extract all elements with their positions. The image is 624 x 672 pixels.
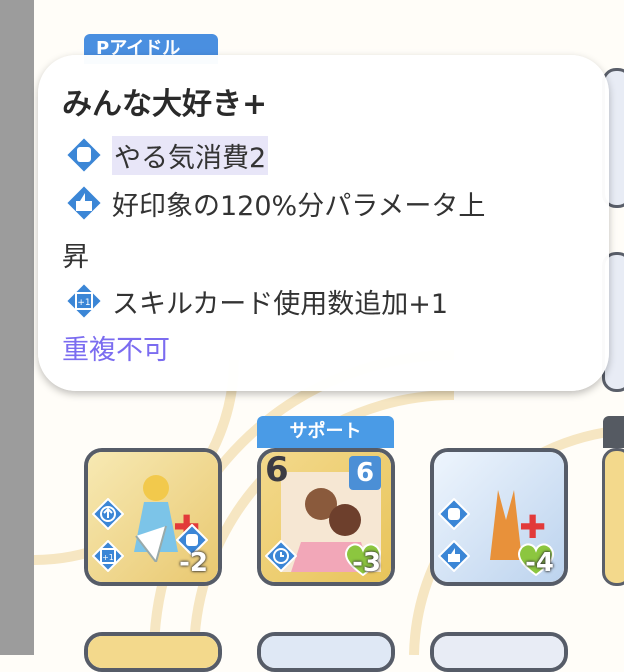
effect-row-2: 好印象の120%分パラメータ上 bbox=[64, 183, 485, 223]
effect-row-1: やる気消費2 bbox=[64, 135, 269, 175]
plus-one-icon: +1 bbox=[64, 281, 104, 321]
svg-text:+1: +1 bbox=[102, 553, 114, 562]
skill-card-1[interactable]: ✚ +1 -2 bbox=[84, 448, 222, 586]
card-partial-2[interactable] bbox=[257, 632, 395, 672]
screen-left-bar bbox=[0, 0, 34, 655]
effect-text-wrap: 昇 bbox=[62, 242, 89, 273]
effect-text: やる気消費2 bbox=[112, 135, 269, 175]
tooltip-title: みんな大好き+ bbox=[62, 87, 268, 122]
card-partial-1[interactable] bbox=[84, 632, 222, 672]
support-tag: サポート bbox=[257, 416, 394, 448]
thumbs-up-icon bbox=[64, 183, 104, 223]
plus-icon: ✚ bbox=[519, 508, 546, 546]
edge-tag bbox=[603, 416, 624, 448]
card-value: -3 bbox=[352, 548, 381, 578]
card-partial-3[interactable] bbox=[430, 632, 568, 672]
thumbs-up-icon bbox=[438, 540, 470, 572]
fist-icon bbox=[438, 498, 470, 530]
fist-icon bbox=[64, 135, 104, 175]
card-value: -2 bbox=[179, 548, 208, 578]
effect-text: スキルカード使用数追加+1 bbox=[112, 288, 448, 320]
card-cost-badge: 6 bbox=[349, 456, 381, 490]
svg-text:+1: +1 bbox=[77, 298, 90, 308]
edge-card-bottom[interactable] bbox=[602, 448, 624, 586]
plus-one-icon: +1 bbox=[92, 540, 124, 572]
skill-card-3[interactable]: ✚ -4 bbox=[430, 448, 568, 586]
card-cost: 6 bbox=[265, 450, 289, 490]
arrow-up-icon bbox=[92, 498, 124, 530]
effect-text: 好印象の120%分パラメータ上 bbox=[112, 190, 486, 222]
skill-tooltip: みんな大好き+ やる気消費2 好印象の120%分パラメータ上 昇 +1 スキルカ… bbox=[38, 55, 609, 391]
card-value: -4 bbox=[525, 548, 554, 578]
tooltip-note: 重複不可 bbox=[62, 335, 170, 366]
clock-icon bbox=[265, 540, 297, 572]
effect-row-3: +1 スキルカード使用数追加+1 bbox=[64, 281, 448, 321]
skill-card-2[interactable]: 6 6 -3 bbox=[257, 448, 395, 586]
